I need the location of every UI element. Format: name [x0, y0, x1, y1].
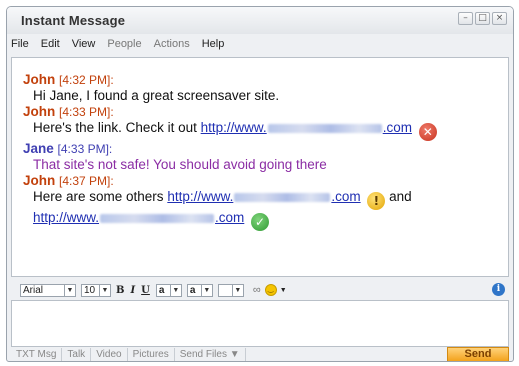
window-controls: – □ ×: [458, 12, 507, 25]
smiley-icon[interactable]: ‿: [264, 284, 277, 296]
background-color-select[interactable]: a ▼: [186, 283, 213, 297]
message-time: [4:33 PM]:: [59, 105, 114, 119]
message-text: Here's the link. Check it out http://www…: [23, 120, 496, 141]
highlight-select[interactable]: ▼: [217, 283, 244, 297]
font-select[interactable]: Arial ▼: [20, 283, 76, 297]
message-input[interactable]: [11, 300, 509, 347]
warning-link[interactable]: http://www. .com: [167, 189, 360, 204]
green-check-icon[interactable]: ✓: [251, 213, 270, 231]
text-color-select[interactable]: a ▼: [155, 283, 182, 297]
title-bar[interactable]: Instant Message: [7, 7, 513, 34]
size-select[interactable]: 10 ▼: [81, 283, 111, 297]
message-text-part: Here are some others: [33, 189, 168, 204]
message-time: [4:33 PM]:: [57, 142, 113, 156]
menu-help[interactable]: Help: [202, 38, 225, 50]
format-toolbar: Arial ▼ 10 ▼ B I U a ▼ a ▼ ▼ ∞ ‿ ▼ i: [11, 281, 509, 299]
message-time: [4:37 PM]:: [59, 174, 114, 188]
menu-people[interactable]: People: [107, 38, 141, 50]
im-window: Instant Message – □ × File Edit View Peo…: [6, 6, 514, 362]
message-header: John [4:37 PM]:: [23, 173, 496, 189]
safe-link[interactable]: http://www. .com: [33, 210, 244, 225]
menu-edit[interactable]: Edit: [41, 38, 60, 50]
bottom-tabs: TXT Msg Talk Video Pictures Send Files ▼…: [11, 347, 509, 361]
italic-button[interactable]: I: [130, 285, 135, 296]
redacted-domain: [234, 192, 331, 202]
chevron-down-icon[interactable]: ▼: [280, 287, 287, 294]
minimize-button[interactable]: –: [458, 12, 473, 25]
tab-send-files[interactable]: Send Files ▼: [175, 348, 246, 361]
sender-name: John: [23, 173, 56, 188]
tab-video[interactable]: Video: [91, 348, 128, 361]
chevron-down-icon: ▼: [64, 284, 75, 296]
chevron-down-icon: ▼: [169, 284, 181, 296]
close-button[interactable]: ×: [492, 12, 507, 25]
menu-actions[interactable]: Actions: [154, 38, 190, 50]
message-history[interactable]: John [4:32 PM]: Hi Jane, I found a great…: [11, 57, 509, 277]
message-header: Jane [4:33 PM]:: [23, 141, 496, 157]
message-header: John [4:33 PM]:: [23, 104, 496, 120]
message-text-part: and: [385, 189, 412, 204]
message-text-part: Here's the link. Check it out: [33, 120, 201, 135]
sender-name: John: [23, 72, 56, 87]
sender-name: John: [23, 104, 56, 119]
chevron-down-icon: ▼: [231, 284, 243, 296]
tab-pictures[interactable]: Pictures: [128, 348, 175, 361]
message-text: Hi Jane, I found a great screensaver sit…: [33, 88, 280, 103]
send-button[interactable]: Send: [447, 347, 509, 361]
maximize-button[interactable]: □: [475, 12, 490, 25]
underline-button[interactable]: U: [141, 285, 150, 296]
message-header: John [4:32 PM]:: [23, 72, 496, 88]
info-icon[interactable]: i: [492, 283, 505, 296]
message-text: That site's not safe! You should avoid g…: [33, 157, 327, 172]
warning-icon[interactable]: !: [367, 192, 386, 210]
unsafe-link[interactable]: http://www. .com: [201, 120, 412, 135]
chevron-down-icon: ▼: [99, 284, 110, 296]
message-time: [4:32 PM]:: [59, 73, 114, 87]
window-title: Instant Message: [21, 13, 126, 28]
redacted-domain: [267, 123, 382, 133]
red-x-icon[interactable]: ✕: [418, 123, 437, 141]
tab-txt-msg[interactable]: TXT Msg: [11, 348, 63, 361]
menu-bar: File Edit View People Actions Help: [7, 34, 513, 54]
bold-button[interactable]: B: [116, 285, 124, 296]
link-icon[interactable]: ∞: [253, 284, 261, 296]
message-text: Here are some others http://www. .com ! a…: [23, 189, 496, 210]
chevron-down-icon: ▼: [200, 284, 212, 296]
menu-file[interactable]: File: [11, 38, 29, 50]
sender-name: Jane: [23, 141, 54, 156]
menu-view[interactable]: View: [72, 38, 96, 50]
redacted-domain: [100, 213, 215, 223]
message-text: http://www. .com ✓: [23, 210, 496, 231]
tab-talk[interactable]: Talk: [62, 348, 92, 361]
